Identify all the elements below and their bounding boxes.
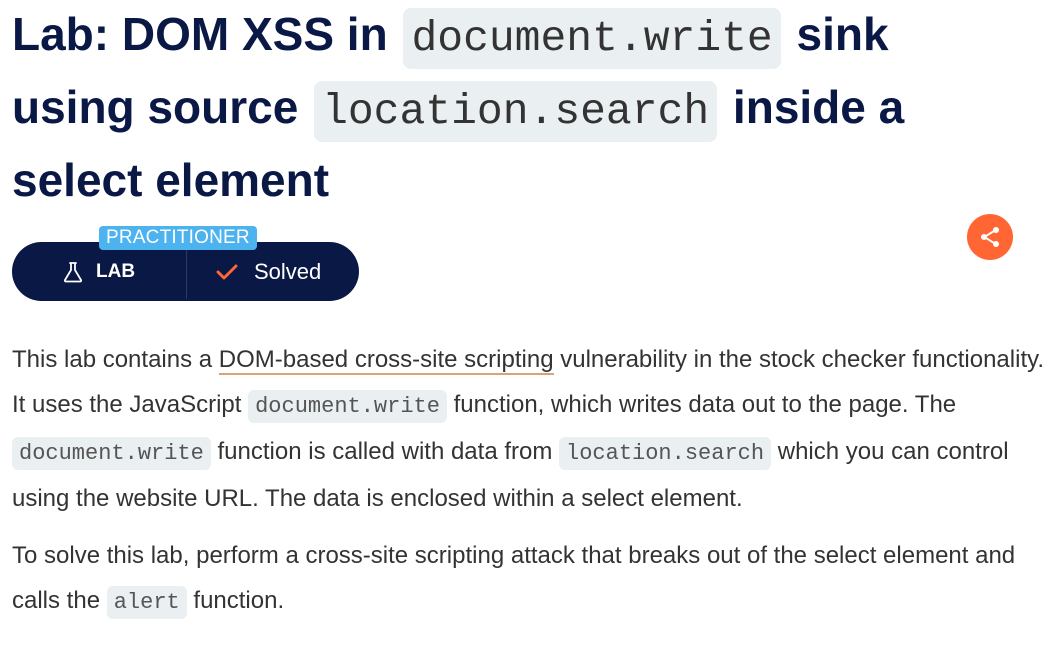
- description-text: function is called with data from: [210, 438, 560, 465]
- description-paragraph: This lab contains a DOM-based cross-site…: [12, 337, 1052, 521]
- lab-status-label: Solved: [254, 259, 322, 284]
- inline-code-document-write: document.write: [248, 390, 447, 423]
- page-title: Lab: DOM XSS in document.write sink usin…: [12, 0, 1012, 214]
- lab-type-label: LAB: [96, 261, 136, 282]
- lab-status: Solved: [216, 258, 321, 286]
- lab-type: LAB: [62, 259, 135, 285]
- title-code-location-search: location.search: [314, 81, 718, 142]
- dom-xss-link[interactable]: DOM-based cross-site scripting: [218, 346, 554, 375]
- share-icon: [981, 227, 999, 247]
- description-paragraph: To solve this lab, perform a cross-site …: [12, 533, 1052, 625]
- description-text: function, which writes data out to the p…: [446, 391, 957, 418]
- level-badge: PRACTITIONER: [99, 226, 257, 250]
- description-text: This lab contains a: [12, 346, 219, 373]
- lab-pill-divider: [186, 244, 187, 299]
- inline-code-document-write: document.write: [12, 437, 211, 470]
- flask-icon: [63, 262, 83, 283]
- inline-code-alert: alert: [106, 586, 187, 619]
- lab-description: This lab contains a DOM-based cross-site…: [12, 337, 1052, 637]
- check-icon: [216, 264, 238, 280]
- description-text: function.: [186, 587, 285, 614]
- inline-code-location-search: location.search: [559, 437, 772, 470]
- title-code-document-write: document.write: [403, 8, 781, 69]
- title-text: Lab: DOM XSS in: [12, 8, 401, 60]
- share-button[interactable]: [967, 214, 1013, 260]
